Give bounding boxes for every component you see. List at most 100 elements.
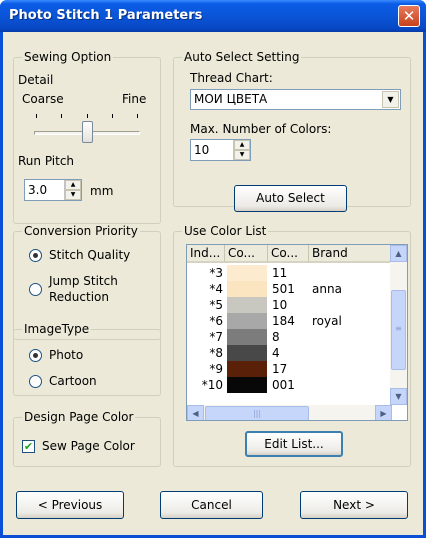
row-code: 10 [272,298,288,312]
cancel-button[interactable]: Cancel [160,491,263,519]
dialog-client-area: Sewing Option Detail Coarse Fine Run Pit… [3,32,423,535]
row-index: *3 [209,266,223,280]
cartoon-label[interactable]: Cartoon [49,374,97,388]
design-page-color-group: Design Page Color ✔ Sew Page Color [13,410,161,467]
scroll-up-icon[interactable]: ▲ [390,245,407,262]
jump-stitch-label-line1[interactable]: Jump Stitch [49,274,118,288]
design-page-color-title: Design Page Color [22,410,136,424]
dialog-window: Photo Stitch 1 Parameters ✕ Sewing Optio… [0,0,426,538]
row-color-swatch [227,329,267,345]
jump-stitch-reduction-radio[interactable] [29,283,42,296]
use-color-list-title: Use Color List [182,224,269,238]
fine-label: Fine [122,92,147,106]
table-row[interactable]: *5 10 [187,297,392,313]
stitch-quality-label[interactable]: Stitch Quality [49,248,130,262]
table-row[interactable]: *10 001 [187,377,392,393]
scroll-down-icon[interactable]: ▼ [390,388,407,405]
table-row[interactable]: *8 4 [187,345,392,361]
row-brand: royal [312,314,342,328]
row-index: *8 [209,346,223,360]
row-code: 184 [272,314,295,328]
coarse-label: Coarse [22,92,64,106]
max-colors-spinner[interactable]: 10 ▲ ▼ [190,139,251,161]
spin-up-icon[interactable]: ▲ [65,180,81,190]
slider-tick [36,114,37,118]
use-color-list-group: Use Color List Ind... Co... Co... Brand … [173,224,411,467]
column-header-index[interactable]: Ind... [187,245,225,263]
row-code: 8 [272,330,280,344]
run-pitch-unit: mm [90,184,114,198]
column-header-color[interactable]: Co... [225,245,268,263]
horizontal-scroll-thumb[interactable]: ||| [205,406,309,420]
run-pitch-spin-buttons: ▲ ▼ [64,180,81,200]
image-type-title: ImageType [22,322,92,336]
row-code: 001 [272,378,295,392]
scroll-right-icon[interactable]: ▶ [375,405,392,420]
cartoon-radio[interactable] [29,375,42,388]
row-index: *4 [209,282,223,296]
column-header-code[interactable]: Co... [268,245,309,263]
auto-select-title: Auto Select Setting [182,50,302,64]
table-row[interactable]: *3 11 [187,265,392,281]
row-color-swatch [227,377,267,393]
row-code: 11 [272,266,288,280]
thread-chart-label: Thread Chart: [190,71,273,85]
max-colors-spin-buttons: ▲ ▼ [233,140,250,160]
jump-stitch-label-line2[interactable]: Reduction [49,290,109,304]
table-row[interactable]: *7 8 [187,329,392,345]
horizontal-scrollbar[interactable]: ◀ ||| ▶ [187,405,392,420]
row-code: 4 [272,346,280,360]
slider-tick [87,114,88,118]
row-index: *7 [209,330,223,344]
row-color-swatch [227,313,267,329]
sew-page-color-checkbox[interactable]: ✔ [22,440,35,453]
table-row[interactable]: *4 501 anna [187,281,392,297]
row-index: *9 [209,362,223,376]
row-index: *6 [209,314,223,328]
dropdown-arrow-icon[interactable]: ▼ [382,91,399,108]
spin-down-icon[interactable]: ▼ [65,190,81,200]
row-code: 17 [272,362,288,376]
spin-down-icon[interactable]: ▼ [234,150,250,160]
max-colors-value[interactable]: 10 [194,143,209,157]
detail-label: Detail [18,73,54,87]
column-header-brand[interactable]: Brand [309,245,392,263]
color-list[interactable]: Ind... Co... Co... Brand *3 11 *4 501 anna *5… [186,244,408,421]
detail-slider-thumb[interactable] [82,121,93,143]
vertical-scroll-thumb[interactable]: ≡ [391,290,406,370]
stitch-quality-radio[interactable] [29,249,42,262]
image-type-group: ImageType Photo Cartoon [13,322,161,396]
row-index: *10 [201,378,223,392]
table-row[interactable]: *9 17 [187,361,392,377]
row-index: *5 [209,298,223,312]
row-brand: anna [312,282,342,296]
row-color-swatch [227,297,267,313]
photo-radio[interactable] [29,349,42,362]
close-button[interactable]: ✕ [398,5,420,27]
next-button[interactable]: Next > [300,491,408,519]
row-color-swatch [227,361,267,377]
vertical-scrollbar[interactable]: ▲ ≡ ▼ [390,245,407,405]
sewing-option-title: Sewing Option [22,50,114,64]
spin-up-icon[interactable]: ▲ [234,140,250,150]
run-pitch-spinner[interactable]: 3.0 ▲ ▼ [24,179,82,201]
auto-select-button[interactable]: Auto Select [234,185,347,212]
edit-list-button[interactable]: Edit List... [245,431,343,457]
row-code: 501 [272,282,295,296]
row-color-swatch [227,281,267,297]
slider-tick [137,114,138,118]
photo-label[interactable]: Photo [49,348,83,362]
sew-page-color-label[interactable]: Sew Page Color [42,439,135,453]
thread-chart-select[interactable]: МОИ ЦВЕТА ▼ [190,89,401,110]
slider-tick [61,114,62,118]
slider-tick [112,114,113,118]
scroll-left-icon[interactable]: ◀ [187,405,204,420]
title-bar[interactable]: Photo Stitch 1 Parameters ✕ [0,0,426,32]
run-pitch-value[interactable]: 3.0 [28,183,47,197]
thread-chart-value: МОИ ЦВЕТА [194,92,268,106]
row-color-swatch [227,265,267,281]
sewing-option-group: Sewing Option Detail Coarse Fine Run Pit… [13,50,161,224]
max-colors-label: Max. Number of Colors: [190,122,332,136]
table-row[interactable]: *6 184 royal [187,313,392,329]
previous-button[interactable]: < Previous [16,491,124,519]
